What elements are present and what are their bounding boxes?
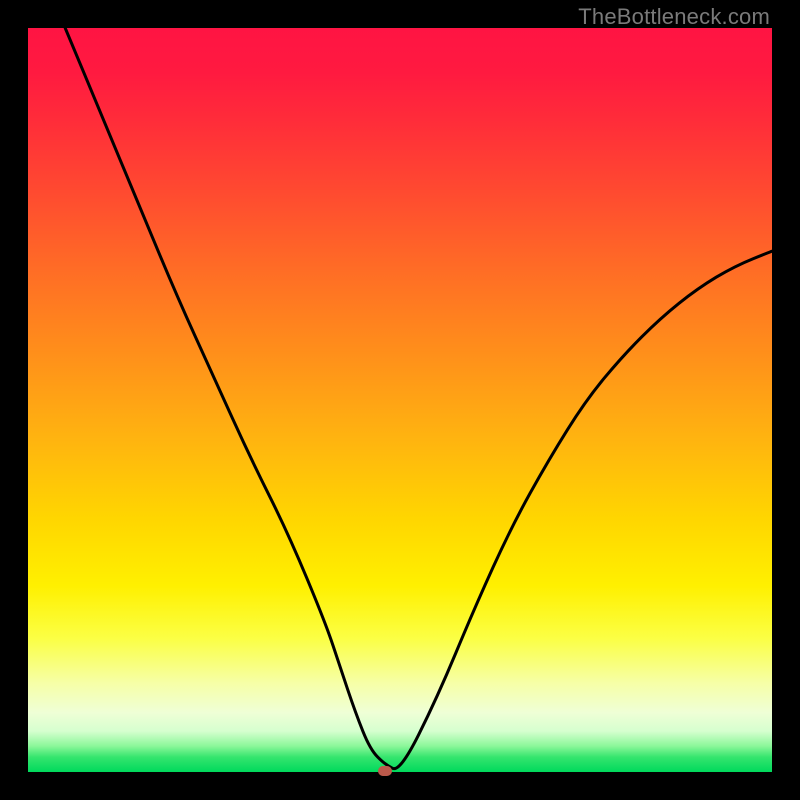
chart-frame: TheBottleneck.com <box>0 0 800 800</box>
plot-area <box>28 28 772 772</box>
minimum-marker <box>378 766 392 776</box>
bottleneck-curve <box>28 28 772 772</box>
watermark-text: TheBottleneck.com <box>578 4 770 30</box>
